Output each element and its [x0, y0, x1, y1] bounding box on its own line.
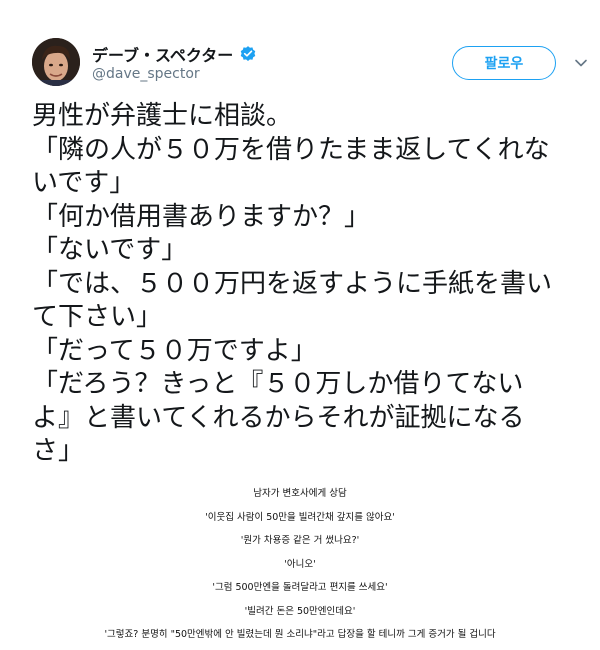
tweet-line: 「だろう？きっと『５０万しか借りてない — [32, 369, 524, 399]
tweet-line: よ』と書いてくれるからそれが証拠になる — [32, 402, 525, 433]
tweet-line: 「だって５０万ですよ」 — [32, 335, 317, 366]
tweet-text: 男性が弁護士に相談。 「隣の人が５０万を借りたまま返してくれな いです」 「何か… — [32, 100, 588, 469]
translation-line: '빌려간 돈은 50만엔인데요' — [244, 605, 356, 617]
translation-line: '그럼 500만엔을 돌려달라고 편지를 쓰세요' — [212, 582, 388, 593]
tweet-line: 「何か借用書ありますか？」 — [32, 201, 371, 232]
author-handle[interactable]: @dave_spector — [92, 66, 200, 82]
tweet-line: て下さい」 — [32, 302, 163, 332]
translation-line: '뭔가 차용증 같은 거 썼나요?' — [240, 535, 360, 546]
follow-button[interactable]: 팔로우 — [452, 46, 556, 80]
translation-line: 남자가 변호사에게 상담 — [253, 488, 347, 499]
translation-line: '그렇죠? 분명히 "50만엔밖에 안 빌렸는데 뭔 소리냐"라고 답장을 할 … — [104, 629, 496, 640]
chevron-down-icon[interactable] — [574, 56, 588, 70]
author-display-name[interactable]: デーブ・スペクター — [92, 42, 233, 66]
translation-line: '이웃집 사람이 50만을 빌려간채 갚지를 않아요' — [205, 511, 395, 523]
tweet-line: 男性が弁護士に相談。 — [32, 101, 293, 131]
avatar[interactable] — [32, 38, 80, 86]
korean-translation: 남자가 변호사에게 상담 '이웃집 사람이 50만을 빌려간채 갚지를 않아요'… — [0, 482, 600, 647]
tweet-line: 「ないです」 — [32, 235, 188, 265]
tweet-line: いです」 — [32, 168, 136, 198]
tweet-line: 「隣の人が５０万を借りたまま返してくれな — [32, 134, 550, 165]
verified-badge-icon — [239, 45, 257, 63]
tweet-line: さ」 — [32, 436, 85, 466]
tweet-line: 「では、５００万円を返すように手紙を書い — [32, 268, 553, 299]
author-name-row: デーブ・スペクター — [92, 42, 257, 66]
translation-line: '아니오' — [284, 558, 316, 570]
